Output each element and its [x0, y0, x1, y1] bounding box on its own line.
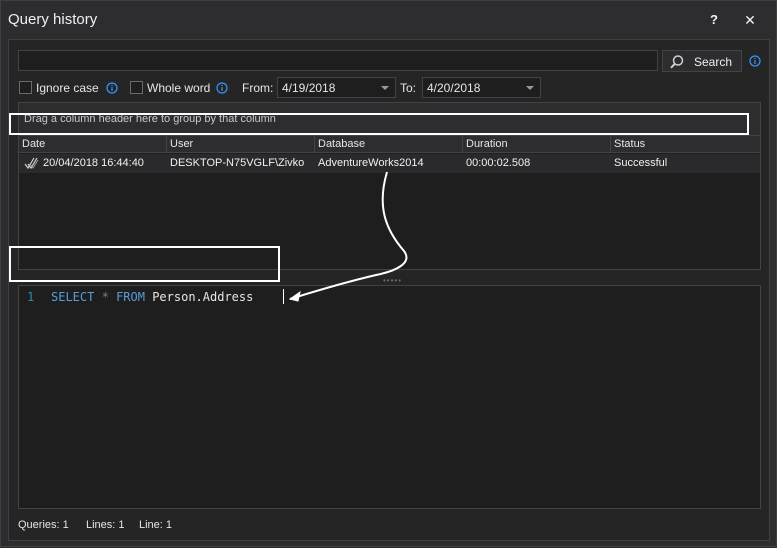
cell-status: Successful	[614, 157, 668, 169]
text-caret	[283, 289, 284, 304]
status-line: Line: 1	[139, 519, 173, 531]
keyword-select: SELECT	[51, 290, 95, 304]
window-title: Query history	[8, 11, 98, 28]
search-button-label: Search	[694, 55, 733, 69]
line-number: 1	[27, 290, 35, 304]
whole-word-checkbox[interactable]	[130, 81, 143, 94]
code-annotation-box	[9, 246, 280, 282]
whole-word-label: Whole word	[147, 81, 211, 95]
chevron-down-icon	[381, 86, 389, 90]
column-header-status[interactable]: Status	[611, 136, 760, 153]
column-header-database[interactable]: Database	[315, 136, 463, 153]
cell-user: DESKTOP-N75VGLF\Zivko	[170, 157, 305, 169]
whole-word-info-icon[interactable]	[216, 82, 228, 94]
cell-duration: 00:00:02.508	[466, 157, 531, 169]
search-button[interactable]: Search	[662, 50, 742, 72]
to-date-picker[interactable]: 4/20/2018	[422, 77, 541, 98]
object-name: Person.Address	[152, 290, 254, 304]
status-lines: Lines: 1	[86, 519, 125, 531]
grid-header: Date User Database Duration Status	[19, 136, 760, 153]
cell-date: 20/04/2018 16:44:40	[43, 157, 144, 169]
query-history-window: Query history ? ✕ Search Ignore case Who…	[0, 0, 777, 547]
splitter-handle[interactable]: •••••	[383, 276, 402, 285]
from-date-picker[interactable]: 4/19/2018	[277, 77, 396, 98]
column-header-date[interactable]: Date	[19, 136, 167, 153]
status-queries: Queries: 1	[18, 519, 69, 531]
help-button[interactable]: ?	[703, 10, 725, 30]
close-button[interactable]: ✕	[739, 10, 761, 30]
operator-star: *	[101, 290, 109, 304]
to-label: To:	[400, 81, 417, 95]
ignore-case-label: Ignore case	[36, 81, 99, 95]
search-input[interactable]	[18, 50, 658, 71]
query-text: SELECT * FROM Person.Address	[51, 290, 253, 304]
to-date-value: 4/20/2018	[427, 81, 481, 95]
query-editor[interactable]: 1 SELECT * FROM Person.Address	[18, 285, 761, 509]
keyword-from: FROM	[116, 290, 145, 304]
from-label: From:	[242, 81, 274, 95]
row-annotation-box	[9, 113, 749, 135]
column-header-duration[interactable]: Duration	[463, 136, 611, 153]
cell-database: AdventureWorks2014	[318, 157, 424, 169]
from-date-value: 4/19/2018	[282, 81, 336, 95]
chevron-down-icon	[526, 86, 534, 90]
column-header-user[interactable]: User	[167, 136, 315, 153]
magnifier-icon	[670, 55, 684, 69]
ignore-case-info-icon[interactable]	[106, 82, 118, 94]
table-row[interactable]: 20/04/2018 16:44:40 DESKTOP-N75VGLF\Zivk…	[19, 154, 760, 173]
search-info-icon[interactable]	[749, 55, 761, 67]
title-bar: Query history ? ✕	[1, 1, 776, 39]
ignore-case-checkbox[interactable]	[19, 81, 32, 94]
success-check-icon	[24, 157, 39, 170]
